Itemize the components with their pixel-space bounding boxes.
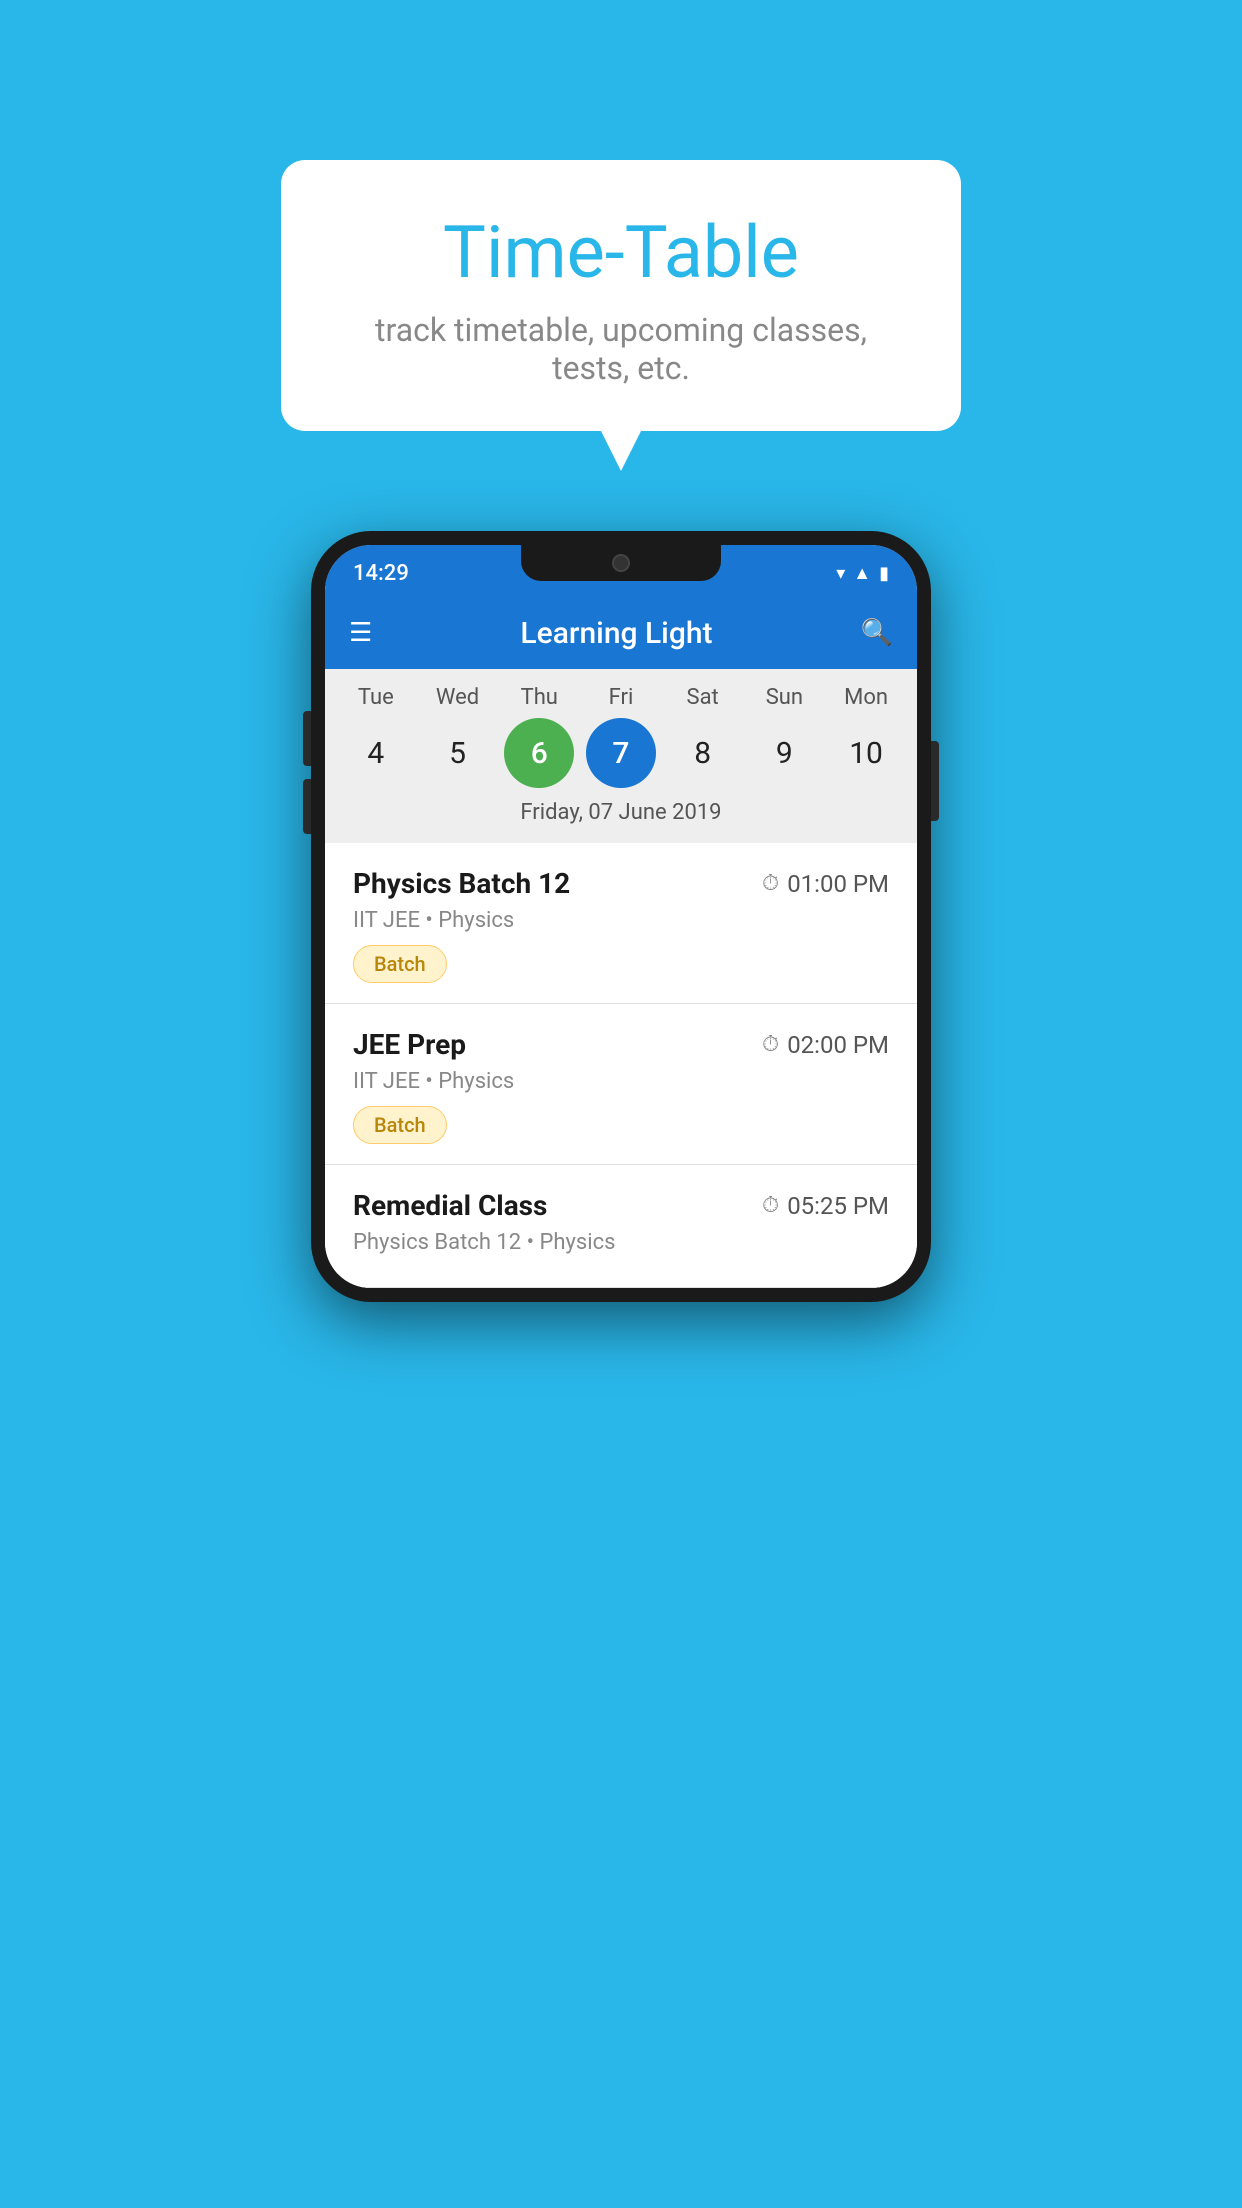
item-2-time-text: 02:00 PM (787, 1031, 889, 1059)
day-4[interactable]: 4 (341, 718, 411, 788)
power-button[interactable] (931, 741, 939, 821)
phone-mockup: 14:29 ▾ ▲ ▮ ☰ Learning Light 🔍 Tue Wed T… (311, 531, 931, 1302)
bubble-container: Time-Table track timetable, upcoming cla… (281, 160, 961, 431)
day-header-fri: Fri (586, 685, 656, 710)
day-8[interactable]: 8 (668, 718, 738, 788)
search-icon[interactable]: 🔍 (861, 618, 893, 648)
volume-down-button[interactable] (303, 779, 311, 834)
day-header-wed: Wed (423, 685, 493, 710)
item-1-title: Physics Batch 12 (353, 867, 570, 900)
item-2-subtitle: IIT JEE • Physics (353, 1069, 889, 1094)
day-headers: Tue Wed Thu Fri Sat Sun Mon (325, 685, 917, 710)
item-3-time-text: 05:25 PM (787, 1192, 889, 1220)
day-numbers: 4 5 6 7 8 9 10 (325, 718, 917, 788)
day-header-thu: Thu (504, 685, 574, 710)
item-3-subtitle: Physics Batch 12 • Physics (353, 1230, 889, 1255)
day-7-selected[interactable]: 7 (586, 718, 656, 788)
front-camera (612, 554, 630, 572)
status-time: 14:29 (353, 561, 409, 586)
day-header-mon: Mon (831, 685, 901, 710)
item-1-time-text: 01:00 PM (787, 870, 889, 898)
selected-date-label: Friday, 07 June 2019 (325, 800, 917, 835)
item-3-header: Remedial Class ⏱ 05:25 PM (353, 1189, 889, 1222)
signal-icon: ▲ (853, 563, 871, 584)
calendar-strip: Tue Wed Thu Fri Sat Sun Mon 4 5 6 7 8 9 … (325, 669, 917, 843)
phone-frame: 14:29 ▾ ▲ ▮ ☰ Learning Light 🔍 Tue Wed T… (311, 531, 931, 1302)
day-header-sun: Sun (749, 685, 819, 710)
item-2-time: ⏱ 02:00 PM (762, 1031, 889, 1059)
schedule-item-3[interactable]: Remedial Class ⏱ 05:25 PM Physics Batch … (325, 1165, 917, 1288)
item-1-header: Physics Batch 12 ⏱ 01:00 PM (353, 867, 889, 900)
item-1-time: ⏱ 01:00 PM (762, 870, 889, 898)
menu-icon[interactable]: ☰ (349, 618, 372, 648)
day-header-tue: Tue (341, 685, 411, 710)
schedule-item-1[interactable]: Physics Batch 12 ⏱ 01:00 PM IIT JEE • Ph… (325, 843, 917, 1004)
bubble-title: Time-Table (341, 210, 901, 295)
item-3-time: ⏱ 05:25 PM (762, 1192, 889, 1220)
battery-icon: ▮ (879, 563, 889, 584)
schedule-list: Physics Batch 12 ⏱ 01:00 PM IIT JEE • Ph… (325, 843, 917, 1288)
clock-icon-3: ⏱ (762, 1193, 779, 1218)
clock-icon-2: ⏱ (762, 1032, 779, 1057)
clock-icon-1: ⏱ (762, 871, 779, 896)
item-1-subtitle: IIT JEE • Physics (353, 908, 889, 933)
app-bar: ☰ Learning Light 🔍 (325, 597, 917, 669)
day-5[interactable]: 5 (423, 718, 493, 788)
item-2-title: JEE Prep (353, 1028, 466, 1061)
day-header-sat: Sat (668, 685, 738, 710)
speech-bubble: Time-Table track timetable, upcoming cla… (281, 160, 961, 431)
phone-notch (521, 545, 721, 581)
app-title: Learning Light (392, 616, 840, 651)
day-10[interactable]: 10 (831, 718, 901, 788)
phone-screen: 14:29 ▾ ▲ ▮ ☰ Learning Light 🔍 Tue Wed T… (325, 545, 917, 1288)
item-3-title: Remedial Class (353, 1189, 547, 1222)
schedule-item-2[interactable]: JEE Prep ⏱ 02:00 PM IIT JEE • Physics Ba… (325, 1004, 917, 1165)
item-2-tag: Batch (353, 1106, 447, 1144)
bubble-subtitle: track timetable, upcoming classes, tests… (341, 311, 901, 387)
wifi-icon: ▾ (836, 563, 845, 584)
volume-up-button[interactable] (303, 711, 311, 766)
item-1-tag: Batch (353, 945, 447, 983)
day-9[interactable]: 9 (749, 718, 819, 788)
item-2-header: JEE Prep ⏱ 02:00 PM (353, 1028, 889, 1061)
day-6-today[interactable]: 6 (504, 718, 574, 788)
status-icons: ▾ ▲ ▮ (836, 563, 889, 584)
